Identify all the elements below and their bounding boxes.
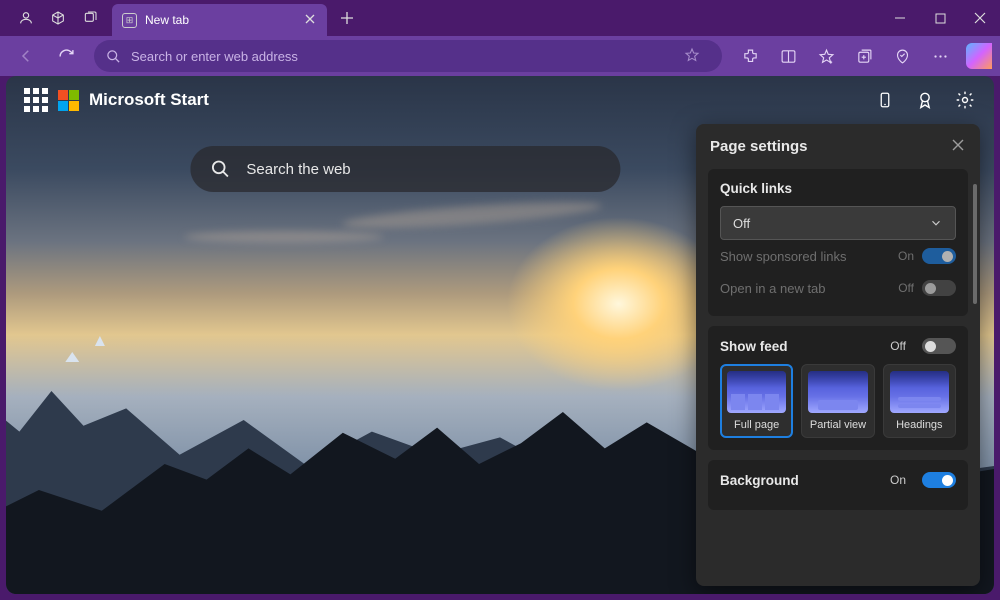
extensions-icon[interactable]	[732, 40, 768, 72]
close-window-button[interactable]	[960, 0, 1000, 36]
background-toggle[interactable]	[922, 472, 956, 488]
title-bar: ⊞ New tab	[0, 0, 1000, 36]
browser-toolbar: Search or enter web address	[0, 36, 1000, 76]
chevron-down-icon	[929, 216, 943, 230]
show-feed-toggle[interactable]	[922, 338, 956, 354]
dropdown-value: Off	[733, 216, 750, 231]
tab-favicon-icon: ⊞	[122, 13, 137, 28]
background-title: Background	[720, 473, 799, 488]
workspaces-icon[interactable]	[42, 2, 74, 34]
mobile-icon[interactable]	[874, 89, 896, 111]
sponsored-links-row: Show sponsored links On	[720, 240, 956, 272]
feed-state-label: Off	[890, 339, 906, 353]
new-tab-button[interactable]	[331, 2, 363, 34]
settings-gear-icon[interactable]	[954, 89, 976, 111]
browser-tab[interactable]: ⊞ New tab	[112, 4, 327, 36]
background-section: Background On	[708, 460, 968, 510]
show-feed-section: Show feed Off Full page Partial view Hea…	[708, 326, 968, 450]
tab-close-button[interactable]	[301, 9, 319, 31]
search-icon	[210, 159, 230, 179]
quick-links-section: Quick links Off Show sponsored links On …	[708, 169, 968, 316]
background-state-label: On	[890, 473, 906, 487]
feed-option-full-page[interactable]: Full page	[720, 364, 793, 438]
tab-title: New tab	[145, 13, 189, 27]
rewards-icon[interactable]	[914, 89, 936, 111]
page-brand: Microsoft Start	[89, 90, 209, 110]
more-menu-icon[interactable]	[922, 40, 958, 72]
refresh-button[interactable]	[48, 40, 84, 72]
copilot-button[interactable]	[966, 43, 992, 69]
open-new-tab-row: Open in a new tab Off	[720, 272, 956, 304]
search-icon	[106, 49, 121, 64]
feed-option-headings[interactable]: Headings	[883, 364, 956, 438]
browser-essentials-icon[interactable]	[884, 40, 920, 72]
back-button[interactable]	[8, 40, 44, 72]
sponsored-links-toggle[interactable]	[922, 248, 956, 264]
new-tab-page: Microsoft Start Search the web Page sett…	[6, 76, 994, 594]
show-feed-title: Show feed	[720, 339, 788, 354]
quick-links-dropdown[interactable]: Off	[720, 206, 956, 240]
panel-scrollbar[interactable]	[973, 184, 977, 304]
favorite-icon[interactable]	[684, 47, 710, 66]
profile-icon[interactable]	[10, 2, 42, 34]
feed-option-partial-view[interactable]: Partial view	[801, 364, 874, 438]
page-settings-panel: Page settings Quick links Off Show spons…	[696, 124, 980, 586]
collections-icon[interactable]	[846, 40, 882, 72]
panel-close-button[interactable]	[950, 136, 966, 157]
favorites-icon[interactable]	[808, 40, 844, 72]
tab-actions-icon[interactable]	[74, 2, 106, 34]
quick-links-title: Quick links	[720, 181, 956, 196]
minimize-button[interactable]	[880, 0, 920, 36]
address-bar-placeholder: Search or enter web address	[131, 49, 298, 64]
window-controls	[880, 0, 1000, 36]
open-new-tab-toggle[interactable]	[922, 280, 956, 296]
microsoft-logo-icon	[58, 90, 79, 111]
address-bar[interactable]: Search or enter web address	[94, 40, 722, 72]
app-launcher-icon[interactable]	[24, 88, 48, 112]
web-search-box[interactable]: Search the web	[190, 146, 620, 192]
split-screen-icon[interactable]	[770, 40, 806, 72]
maximize-button[interactable]	[920, 0, 960, 36]
web-search-placeholder: Search the web	[246, 161, 350, 178]
panel-title: Page settings	[710, 138, 808, 155]
